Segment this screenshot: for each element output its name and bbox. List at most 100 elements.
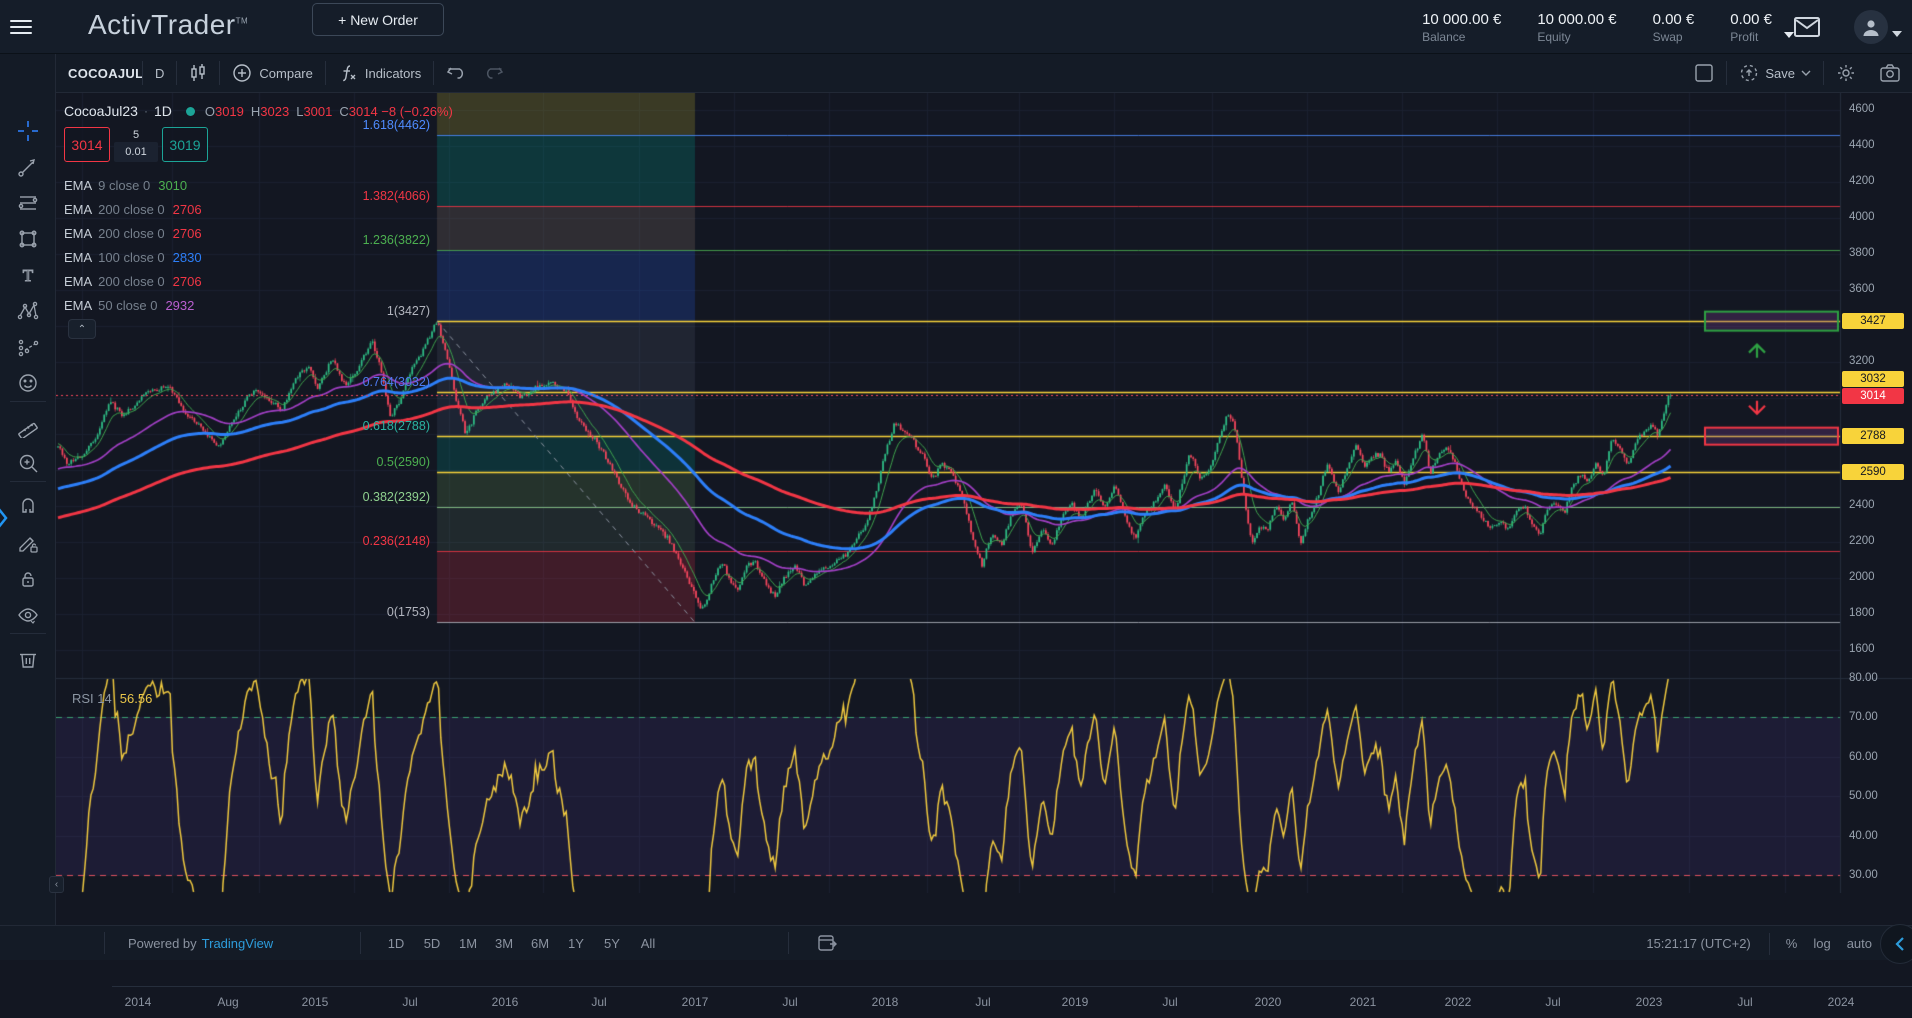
mail-button[interactable]	[1794, 17, 1820, 37]
fib-level-label: 0(1753)	[56, 605, 430, 619]
range-button-1d[interactable]: 1D	[378, 932, 414, 955]
market-status-dot	[186, 107, 195, 116]
price-tick: 4400	[1849, 139, 1875, 151]
price-badge: 3014	[1842, 388, 1904, 404]
save-button[interactable]: Save	[1727, 61, 1823, 85]
range-button-5d[interactable]: 5D	[414, 932, 450, 955]
chevron-left-icon	[1894, 936, 1906, 952]
crosshair-tool[interactable]	[9, 114, 47, 148]
time-tick: 2023	[1636, 995, 1663, 1009]
range-button-5y[interactable]: 5Y	[594, 932, 630, 955]
price-badge: 3427	[1842, 313, 1904, 329]
gear-icon	[1836, 63, 1856, 83]
settings-button[interactable]	[1824, 61, 1868, 85]
compare-icon	[232, 63, 252, 83]
new-order-button[interactable]: + New Order	[312, 3, 444, 36]
remove-all-tool[interactable]	[9, 642, 47, 676]
draw-lock-tool[interactable]	[9, 526, 47, 560]
swap-metric: 0.00 €Swap	[1653, 11, 1695, 44]
rsi-tick: 40.00	[1849, 830, 1878, 842]
zoom-in-tool[interactable]	[9, 446, 47, 480]
bottom-bar: Powered by TradingView 1D5D1M3M6M1Y5YAll…	[0, 925, 1912, 960]
indicators-button[interactable]: Indicators	[326, 61, 433, 85]
shapes-tool[interactable]	[9, 222, 47, 256]
lock-all-tool[interactable]	[9, 562, 47, 596]
tradingview-link[interactable]: TradingView	[202, 936, 274, 951]
indicator-legend-row[interactable]: EMA100 close 02830	[64, 245, 202, 269]
range-button-6m[interactable]: 6M	[522, 932, 558, 955]
timeframe-buttons: 1D5D1M3M6M1Y5YAll	[378, 926, 666, 961]
time-tick: 2020	[1255, 995, 1282, 1009]
screenshot-button[interactable]	[1868, 61, 1912, 85]
range-button-3m[interactable]: 3M	[486, 932, 522, 955]
save-cloud-icon	[1739, 63, 1759, 83]
balance-metric: 10 000.00 €Balance	[1422, 11, 1501, 44]
equity-metric: 10 000.00 €Equity	[1537, 11, 1616, 44]
collapse-panel-button[interactable]	[1880, 924, 1912, 964]
profit-metric[interactable]: 0.00 €Profit	[1730, 11, 1794, 44]
ruler-tool[interactable]	[9, 410, 47, 444]
chart-area[interactable]: CocoaJul23 · 1D O3019H3023L3001C3014 −8 …	[56, 93, 1912, 893]
user-icon	[1861, 17, 1881, 37]
account-menu[interactable]	[1854, 10, 1902, 44]
price-badge: 2590	[1842, 464, 1904, 480]
forecast-tool[interactable]	[9, 330, 47, 364]
layout-select-button[interactable]	[1682, 61, 1726, 85]
time-axis[interactable]: 2014Aug2015Jul2016Jul2017Jul2018Jul2019J…	[112, 986, 1912, 1018]
fib-retracement-tool[interactable]	[9, 186, 47, 220]
timeframe-button[interactable]: D	[143, 61, 176, 85]
sell-button[interactable]: 3014	[64, 127, 110, 162]
range-button-1y[interactable]: 1Y	[558, 932, 594, 955]
chevron-down-icon	[1801, 70, 1811, 76]
buy-button[interactable]: 3019	[162, 127, 208, 162]
fib-level-label: 0.382(2392)	[56, 490, 430, 504]
chart-style-button[interactable]	[177, 61, 219, 85]
powered-by: Powered by TradingView	[128, 926, 273, 961]
price-tick: 2200	[1849, 535, 1875, 547]
chevron-down-icon	[1892, 31, 1902, 37]
percent-scale-button[interactable]: %	[1786, 936, 1798, 951]
symbol-button[interactable]: COCOAJUL23	[56, 61, 142, 85]
price-tick: 4600	[1849, 103, 1875, 115]
spread-widget[interactable]: 5 0.01	[114, 127, 158, 162]
hide-all-tool[interactable]	[9, 598, 47, 632]
range-button-1m[interactable]: 1M	[450, 932, 486, 955]
price-tick: 1800	[1849, 607, 1875, 619]
xabcd-pattern-tool[interactable]	[9, 294, 47, 328]
time-tick: Jul	[402, 995, 417, 1009]
drawing-toolbar: T	[0, 54, 56, 925]
redo-icon	[482, 64, 504, 82]
time-tick: Jul	[782, 995, 797, 1009]
time-tick: 2024	[1828, 995, 1855, 1009]
compare-button[interactable]: Compare	[220, 61, 324, 85]
price-tick: 2400	[1849, 499, 1875, 511]
rsi-tick: 80.00	[1849, 672, 1878, 684]
undo-button[interactable]	[434, 61, 480, 85]
magnet-tool[interactable]	[9, 490, 47, 524]
fib-level-label: 0.236(2148)	[56, 534, 430, 548]
range-button-all[interactable]: All	[630, 932, 666, 955]
indicator-legend-row[interactable]: EMA200 close 02706	[64, 269, 202, 293]
indicators-icon	[338, 63, 358, 83]
pane-collapse-button[interactable]: ‹	[49, 876, 64, 893]
trend-line-tool[interactable]	[9, 150, 47, 184]
legend-symbol[interactable]: CocoaJul23	[64, 103, 138, 119]
candles-icon	[189, 63, 207, 83]
top-bar: ActivTraderTM + New Order 10 000.00 €Bal…	[0, 0, 1912, 54]
price-scale[interactable]: 4600440042004000380036003200240022002000…	[1840, 93, 1912, 893]
fib-level-label: 0.618(2788)	[56, 419, 430, 433]
rsi-legend: RSI 1456.56	[72, 691, 152, 706]
text-tool[interactable]: T	[9, 258, 47, 292]
legend-collapse-button[interactable]: ⌃	[68, 319, 96, 339]
time-tick: 2018	[872, 995, 899, 1009]
layout-square-icon	[1694, 63, 1714, 83]
menu-icon[interactable]	[10, 16, 32, 38]
emoji-tool[interactable]	[9, 366, 47, 400]
redo-button[interactable]	[480, 61, 516, 85]
log-scale-button[interactable]: log	[1813, 936, 1830, 951]
auto-scale-button[interactable]: auto	[1847, 936, 1872, 951]
expand-watchlist-icon[interactable]	[0, 506, 8, 530]
camera-icon	[1880, 64, 1900, 82]
fib-level-label: 0.5(2590)	[56, 455, 430, 469]
goto-date-icon[interactable]	[818, 934, 838, 952]
